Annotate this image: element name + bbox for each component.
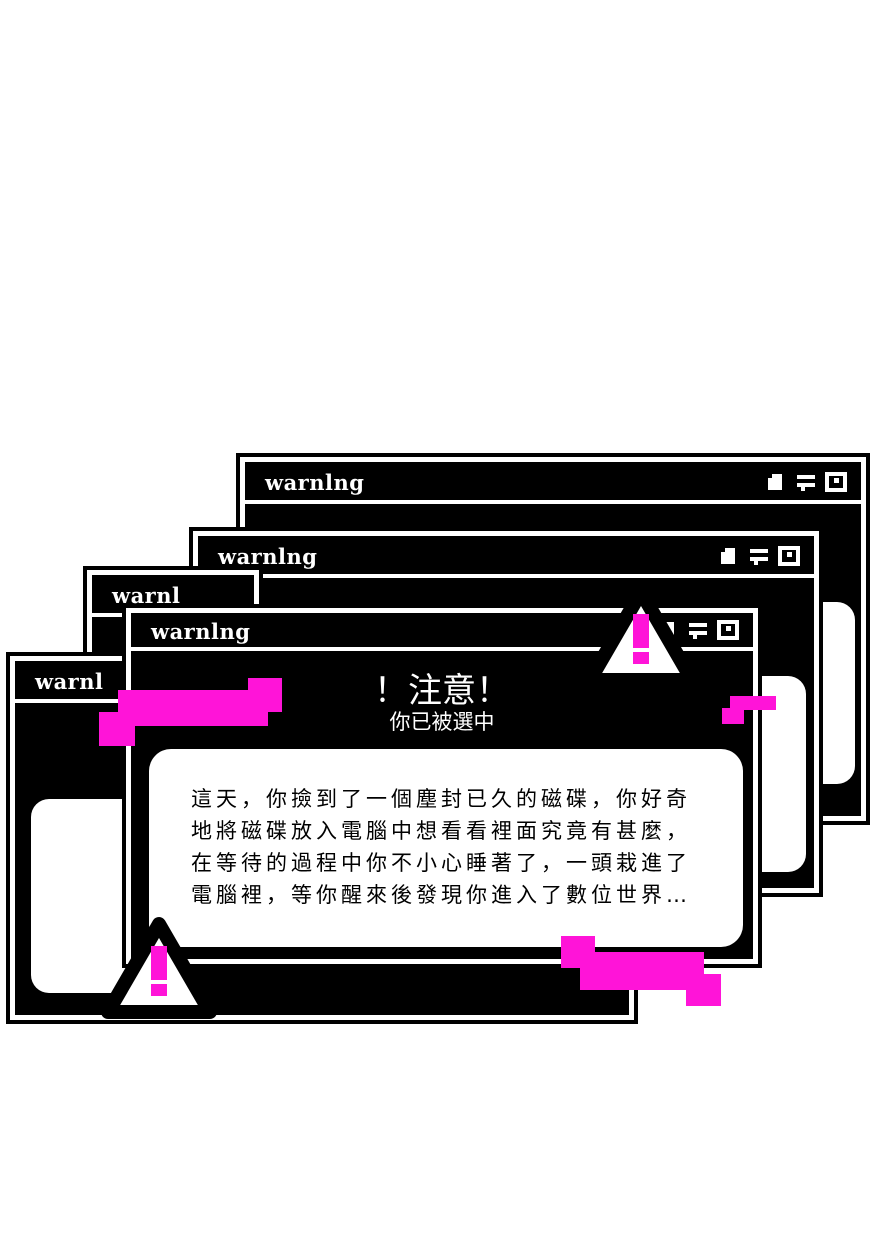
restore-icon[interactable] [748, 546, 770, 566]
glitch-block [686, 974, 721, 1006]
warning-triangle-icon [98, 914, 220, 1026]
window-title: warnl [35, 669, 104, 694]
window-title: warnlng [265, 470, 365, 495]
message-line-3: 在等待的過程中你不小心睡著了，一頭栽進了 [191, 851, 691, 875]
message-line-2: 地將磁碟放入電腦中想看看裡面究竟有甚麼， [191, 819, 691, 843]
warning-triangle-icon [580, 582, 702, 694]
window-title: warnlng [151, 619, 251, 644]
minimize-icon[interactable] [765, 472, 787, 492]
title-divider [198, 574, 814, 578]
title-bar[interactable]: warnlng [245, 462, 861, 500]
maximize-icon[interactable] [825, 472, 847, 492]
message-panel: 這天，你撿到了一個塵封已久的磁碟，你好奇 地將磁碟放入電腦中想看看裡面究竟有甚麼… [149, 749, 743, 947]
maximize-icon[interactable] [717, 620, 739, 640]
window-controls [718, 546, 800, 566]
message-line-4: 電腦裡，等你醒來後發現你進入了數位世界… [191, 883, 691, 907]
title-divider [245, 500, 861, 504]
title-bar[interactable]: warnlng [198, 536, 814, 574]
minimize-icon[interactable] [718, 546, 740, 566]
maximize-icon[interactable] [778, 546, 800, 566]
glitch-block [118, 690, 268, 726]
restore-icon[interactable] [795, 472, 817, 492]
glitch-block [99, 712, 135, 746]
glitch-block [722, 708, 744, 724]
message-line-1: 這天，你撿到了一個塵封已久的磁碟，你好奇 [191, 787, 691, 811]
window-controls [765, 472, 847, 492]
